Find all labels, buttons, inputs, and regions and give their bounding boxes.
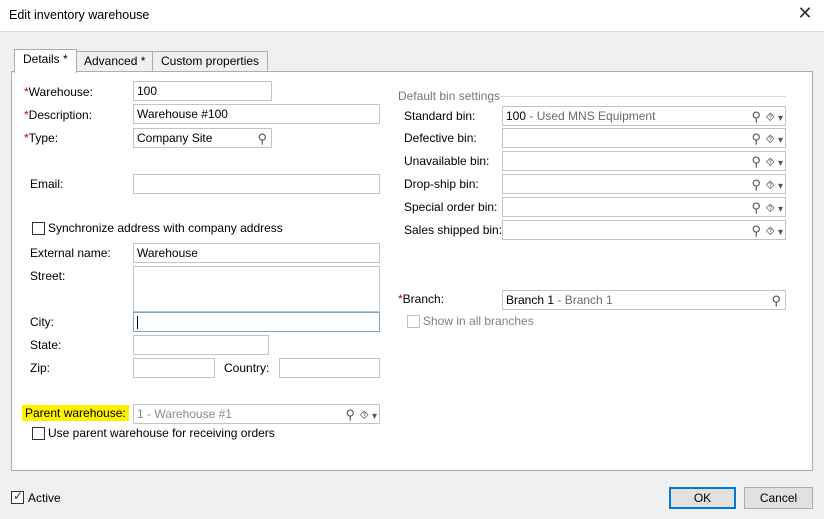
- bookmark-icon[interactable]: ⯑: [360, 406, 369, 423]
- bookmark-icon[interactable]: ⯑: [766, 176, 775, 193]
- search-icon[interactable]: ⚲: [257, 130, 267, 147]
- unavailable-bin-field[interactable]: ⚲ ⯑ ▾: [502, 151, 786, 171]
- chevron-down-icon[interactable]: ▾: [778, 155, 783, 170]
- parent-warehouse-field[interactable]: 1 - Warehouse #1 ⚲ ⯑ ▾: [133, 404, 380, 424]
- close-icon[interactable]: ✕: [796, 4, 814, 22]
- tab-details[interactable]: Details *: [14, 49, 77, 73]
- show-all-branches-label: Show in all branches: [423, 314, 534, 328]
- street-label: Street:: [30, 269, 66, 283]
- sales-shipped-bin-label: Sales shipped bin:: [404, 223, 503, 237]
- show-all-branches-checkbox[interactable]: [407, 315, 420, 328]
- search-icon[interactable]: ⚲: [751, 130, 761, 147]
- street-field[interactable]: [133, 266, 380, 312]
- standard-bin-label: Standard bin:: [404, 109, 476, 123]
- zip-field[interactable]: [133, 358, 215, 378]
- chevron-down-icon[interactable]: ▾: [778, 110, 783, 125]
- branch-field[interactable]: Branch 1 - Branch 1 ⚲: [502, 290, 786, 310]
- external-name-field[interactable]: Warehouse: [133, 243, 380, 263]
- city-label: City:: [30, 315, 54, 329]
- defective-bin-label: Defective bin:: [404, 131, 477, 145]
- description-label: *Description:: [24, 108, 93, 122]
- text-cursor: [137, 316, 138, 330]
- cancel-button[interactable]: Cancel: [744, 487, 813, 509]
- type-field[interactable]: Company Site ⚲: [133, 128, 272, 148]
- defective-bin-field[interactable]: ⚲ ⯑ ▾: [502, 128, 786, 148]
- country-field[interactable]: [279, 358, 380, 378]
- search-icon[interactable]: ⚲: [751, 199, 761, 216]
- search-icon[interactable]: ⚲: [751, 222, 761, 239]
- search-icon[interactable]: ⚲: [751, 153, 761, 170]
- special-order-bin-label: Special order bin:: [404, 200, 498, 214]
- use-parent-warehouse-label: Use parent warehouse for receiving order…: [48, 426, 275, 440]
- dropship-bin-field[interactable]: ⚲ ⯑ ▾: [502, 174, 786, 194]
- sales-shipped-bin-field[interactable]: ⚲ ⯑ ▾: [502, 220, 786, 240]
- branch-label: *Branch:: [398, 292, 445, 306]
- search-icon[interactable]: ⚲: [771, 292, 781, 309]
- standard-bin-field[interactable]: 100 - Used MNS Equipment ⚲ ⯑ ▾: [502, 106, 786, 126]
- active-label: Active: [28, 491, 61, 505]
- sync-address-label: Synchronize address with company address: [48, 221, 283, 235]
- use-parent-warehouse-checkbox[interactable]: [32, 427, 45, 440]
- bookmark-icon[interactable]: ⯑: [766, 222, 775, 239]
- state-label: State:: [30, 338, 62, 352]
- group-divider: [500, 96, 786, 97]
- default-bin-settings-title: Default bin settings: [398, 89, 501, 103]
- window-title: Edit inventory warehouse: [9, 8, 150, 22]
- state-field[interactable]: [133, 335, 269, 355]
- search-icon[interactable]: ⚲: [751, 176, 761, 193]
- type-label: *Type:: [24, 131, 59, 145]
- search-icon[interactable]: ⚲: [345, 406, 355, 423]
- chevron-down-icon[interactable]: ▾: [778, 224, 783, 239]
- chevron-down-icon[interactable]: ▾: [778, 132, 783, 147]
- search-icon[interactable]: ⚲: [751, 108, 761, 125]
- bookmark-icon[interactable]: ⯑: [766, 130, 775, 147]
- ok-button[interactable]: OK: [669, 487, 736, 509]
- chevron-down-icon[interactable]: ▾: [778, 201, 783, 216]
- parent-warehouse-label: Parent warehouse:: [22, 405, 129, 421]
- country-label: Country:: [224, 361, 270, 375]
- sync-address-checkbox[interactable]: [32, 222, 45, 235]
- dropship-bin-label: Drop-ship bin:: [404, 177, 479, 191]
- unavailable-bin-label: Unavailable bin:: [404, 154, 490, 168]
- special-order-bin-field[interactable]: ⚲ ⯑ ▾: [502, 197, 786, 217]
- tab-advanced[interactable]: Advanced *: [75, 51, 155, 71]
- bookmark-icon[interactable]: ⯑: [766, 108, 775, 125]
- zip-label: Zip:: [30, 361, 51, 375]
- warehouse-label: *Warehouse:: [24, 85, 93, 99]
- bookmark-icon[interactable]: ⯑: [766, 199, 775, 216]
- email-label: Email:: [30, 177, 64, 191]
- chevron-down-icon[interactable]: ▾: [372, 408, 377, 423]
- description-field[interactable]: Warehouse #100: [133, 104, 380, 124]
- email-field[interactable]: [133, 174, 380, 194]
- tab-custom-properties[interactable]: Custom properties: [152, 51, 269, 71]
- city-field[interactable]: [133, 312, 380, 332]
- external-name-label: External name:: [30, 246, 111, 260]
- chevron-down-icon[interactable]: ▾: [778, 178, 783, 193]
- warehouse-field[interactable]: 100: [133, 81, 272, 101]
- bookmark-icon[interactable]: ⯑: [766, 153, 775, 170]
- active-checkbox[interactable]: [11, 489, 24, 504]
